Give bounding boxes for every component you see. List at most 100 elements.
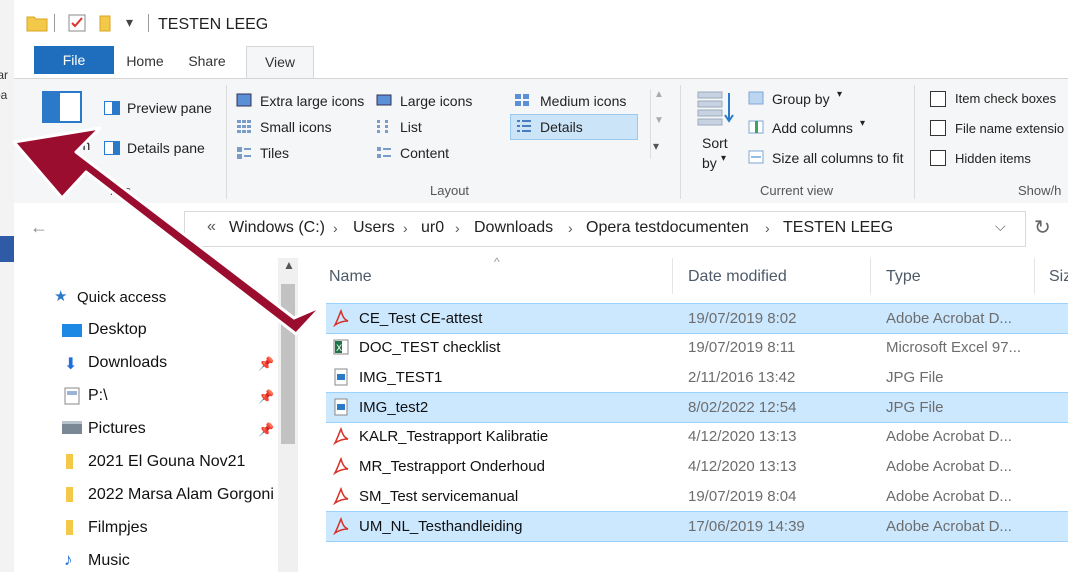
nav-folder-filmpjes[interactable]: Filmpjes — [88, 519, 148, 537]
sort-by-icon[interactable] — [696, 89, 736, 129]
nav-folder-el-gouna[interactable]: 2021 El Gouna Nov21 — [88, 453, 245, 471]
breadcrumb-ur0[interactable]: ur0 — [421, 219, 444, 237]
column-divider[interactable] — [672, 258, 673, 294]
medium-icons-icon — [515, 94, 529, 106]
pin-icon[interactable]: 📌 — [258, 422, 274, 438]
file-date: 8/02/2022 12:54 — [688, 399, 797, 416]
nav-desktop[interactable]: Desktop — [88, 321, 147, 339]
content-icon — [377, 147, 391, 158]
details-option[interactable]: Details — [540, 119, 583, 135]
quick-access-toolbar-dropdown[interactable]: ▾ — [126, 14, 133, 31]
file-type: Adobe Acrobat D... — [886, 458, 1012, 475]
image-icon — [334, 398, 348, 416]
file-row[interactable]: CE_Test CE-attest 19/07/2019 8:02 Adobe … — [326, 303, 1068, 334]
tab-view[interactable]: View — [246, 46, 314, 79]
breadcrumb-windows-c[interactable]: Windows (C:) — [229, 219, 325, 237]
hidden-items-checkbox[interactable] — [930, 150, 946, 166]
add-columns-button[interactable]: Add columns — [772, 120, 853, 136]
breadcrumb-testen-leeg[interactable]: TESTEN LEEG — [783, 219, 893, 237]
folder-icon — [26, 16, 48, 32]
pin-icon[interactable]: 📌 — [258, 389, 274, 405]
tab-home[interactable]: Home — [110, 44, 180, 78]
file-type: Adobe Acrobat D... — [886, 518, 1012, 535]
file-row[interactable]: IMG_TEST1 2/11/2016 13:42 JPG File — [326, 363, 1068, 392]
breadcrumb-separator[interactable]: › — [455, 220, 460, 236]
pdf-icon — [333, 309, 349, 327]
nav-quick-access[interactable]: Quick access — [77, 289, 166, 306]
file-type: JPG File — [886, 399, 944, 416]
sort-by-dropdown-icon[interactable]: ▾ — [721, 153, 726, 164]
group-by-dropdown-icon[interactable]: ▾ — [837, 89, 842, 100]
group-by-button[interactable]: Group by — [772, 91, 830, 107]
content-option[interactable]: Content — [400, 145, 449, 161]
scroll-up-arrow-icon[interactable]: ▲ — [283, 258, 295, 272]
large-icons-option[interactable]: Large icons — [400, 93, 472, 109]
size-columns-icon — [748, 150, 764, 164]
breadcrumb-separator[interactable]: › — [333, 220, 338, 236]
add-columns-dropdown-icon[interactable]: ▾ — [860, 118, 865, 129]
address-overflow-button[interactable]: « — [207, 218, 216, 236]
size-all-columns-button[interactable]: Size all columns to fit — [772, 150, 904, 166]
back-button[interactable]: ← — [30, 217, 48, 238]
file-type: Adobe Acrobat D... — [886, 310, 1012, 327]
tiles-option[interactable]: Tiles — [260, 145, 289, 161]
preview-pane-button[interactable]: Preview pane — [127, 100, 212, 116]
file-name: UM_NL_Testhandleiding — [359, 518, 523, 535]
file-name: IMG_TEST1 — [359, 369, 443, 386]
column-divider[interactable] — [870, 258, 871, 294]
file-row[interactable]: MR_Testrapport Onderhoud 4/12/2020 13:13… — [326, 452, 1068, 481]
nav-p-drive[interactable]: P:\ — [88, 387, 108, 405]
new-folder-icon[interactable] — [98, 14, 114, 32]
file-row[interactable]: SM_Test servicemanual 19/07/2019 8:04 Ad… — [326, 482, 1068, 511]
file-name: CE_Test CE-attest — [359, 310, 483, 327]
properties-icon[interactable] — [68, 14, 86, 32]
details-pane-button[interactable]: Details pane — [127, 140, 205, 156]
list-option[interactable]: List — [400, 119, 422, 135]
extra-large-icons-option[interactable]: Extra large icons — [260, 93, 364, 109]
file-name: IMG_test2 — [359, 399, 429, 416]
nav-pane-scrollbar-thumb[interactable] — [281, 284, 295, 444]
pin-icon[interactable]: 📌 — [258, 356, 274, 372]
group-by-icon — [748, 91, 764, 105]
nav-pictures[interactable]: Pictures — [88, 420, 146, 438]
column-header-date-modified[interactable]: Date modified — [688, 268, 787, 286]
column-header-size[interactable]: Siz — [1049, 268, 1068, 286]
navigation-pane-label[interactable]: vigation — [42, 137, 90, 153]
navigation-pane-icon[interactable] — [42, 91, 82, 123]
folder-icon — [66, 454, 73, 469]
column-divider[interactable] — [1034, 258, 1035, 294]
breadcrumb-separator[interactable]: › — [765, 220, 770, 236]
tab-file[interactable]: File — [34, 46, 114, 74]
network-drive-icon — [64, 387, 80, 405]
background-window-edge: tar oa — [0, 0, 15, 572]
small-icons-option[interactable]: Small icons — [260, 119, 332, 135]
column-header-type[interactable]: Type — [886, 268, 921, 286]
breadcrumb-separator[interactable]: › — [568, 220, 573, 236]
nav-downloads[interactable]: Downloads — [88, 354, 167, 372]
address-history-dropdown[interactable]: ⌵ — [995, 218, 1006, 235]
ribbon-divider — [680, 85, 681, 199]
file-row[interactable]: KALR_Testrapport Kalibratie 4/12/2020 13… — [326, 422, 1068, 451]
medium-icons-option[interactable]: Medium icons — [540, 93, 626, 109]
address-bar[interactable]: « Windows (C:) › Users › ur0 › Downloads… — [184, 211, 1026, 247]
breadcrumb-opera-testdocumenten[interactable]: Opera testdocumenten — [586, 219, 749, 237]
folder-icon — [66, 487, 73, 502]
refresh-button[interactable]: ↻ — [1034, 215, 1051, 240]
column-header-name[interactable]: Name — [329, 268, 372, 286]
tab-share[interactable]: Share — [176, 44, 238, 78]
item-check-boxes-checkbox[interactable] — [930, 91, 946, 107]
file-name-extensions-checkbox[interactable] — [930, 120, 946, 136]
layout-gallery-scroll[interactable]: ▲ ▼ ▾ — [650, 89, 665, 159]
file-row[interactable]: X DOC_TEST checklist 19/07/2019 8:11 Mic… — [326, 333, 1068, 362]
background-text-fragment: tar — [0, 68, 9, 82]
breadcrumb-separator[interactable]: › — [403, 220, 408, 236]
sort-by-button[interactable]: Sort — [702, 135, 728, 151]
file-type: Adobe Acrobat D... — [886, 488, 1012, 505]
nav-music[interactable]: Music — [88, 552, 130, 570]
breadcrumb-downloads[interactable]: Downloads — [474, 219, 553, 237]
breadcrumb-users[interactable]: Users — [353, 219, 395, 237]
extra-large-icons-icon — [236, 93, 252, 107]
file-row[interactable]: IMG_test2 8/02/2022 12:54 JPG File — [326, 392, 1068, 423]
file-row[interactable]: UM_NL_Testhandleiding 17/06/2019 14:39 A… — [326, 511, 1068, 542]
nav-folder-marsa-alam[interactable]: 2022 Marsa Alam Gorgoni — [88, 486, 274, 504]
